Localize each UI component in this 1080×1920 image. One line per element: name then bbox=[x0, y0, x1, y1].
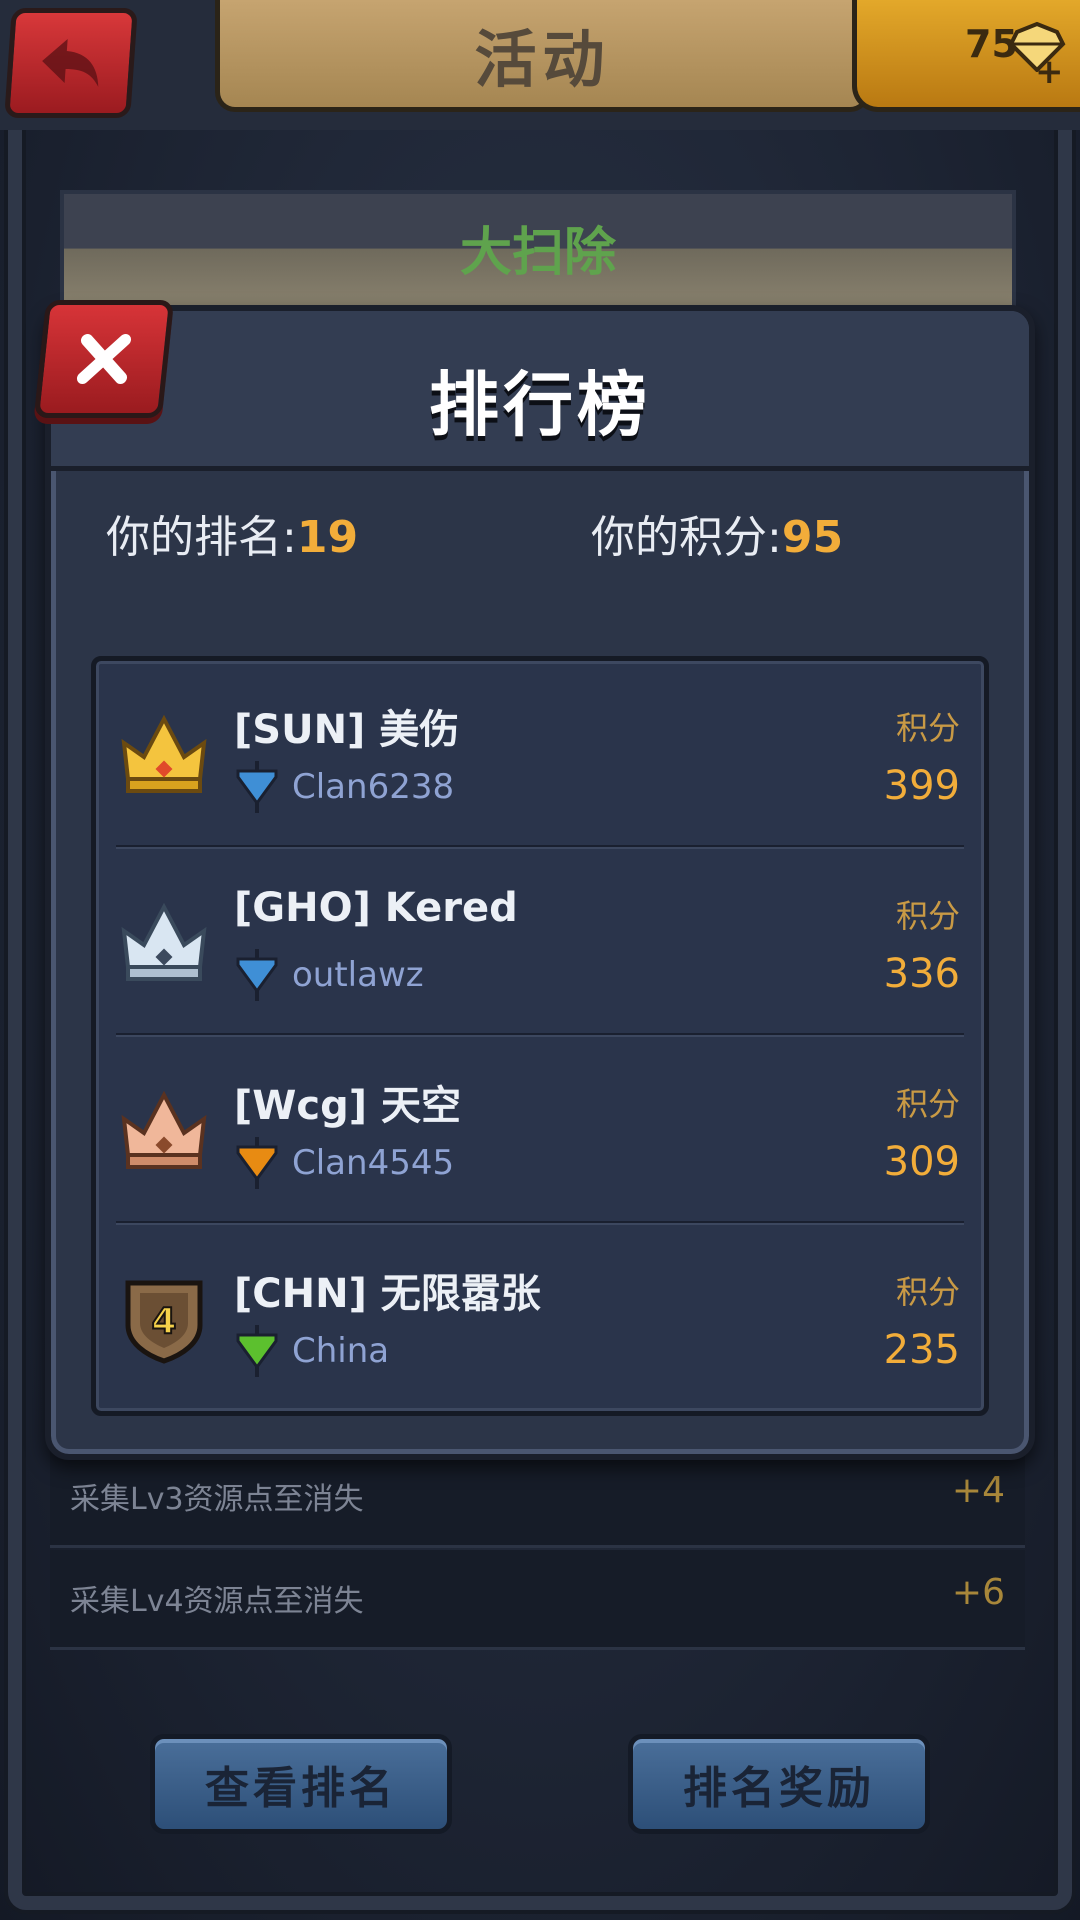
task-label: 采集Lv4资源点至消失 bbox=[70, 1584, 364, 1619]
rank-shield-icon: 4 bbox=[125, 1280, 203, 1364]
player-name: [Wcg] 天空 bbox=[234, 1083, 461, 1129]
clan-name: outlawz bbox=[292, 955, 424, 995]
my-rank: 你的排名:19 bbox=[106, 512, 359, 563]
clan-name: China bbox=[292, 1331, 390, 1371]
score-label: 积分 bbox=[895, 1085, 960, 1123]
bronze-crown-icon bbox=[121, 1090, 207, 1169]
rank-reward-button[interactable]: 排名奖励 bbox=[628, 1734, 930, 1834]
my-stats: 你的排名:19 你的积分:95 bbox=[106, 501, 986, 563]
list-item[interactable]: 4 [CHN] 无限嚣张 China 积分 235 bbox=[96, 1225, 984, 1413]
clan-flag-icon bbox=[236, 1137, 278, 1189]
event-banner: 大扫除 bbox=[60, 190, 1016, 318]
task-points: +6 bbox=[951, 1572, 1005, 1613]
ranking-list: [SUN] 美伤 Clan6238 积分 399 [GHO] Kered out… bbox=[91, 656, 989, 1416]
my-score: 你的积分:95 bbox=[591, 512, 844, 563]
view-rank-label: 查看排名 bbox=[205, 1763, 397, 1814]
close-icon bbox=[76, 334, 132, 384]
clan-name: Clan6238 bbox=[292, 767, 455, 807]
gold-crown-icon bbox=[121, 714, 207, 793]
task-label: 采集Lv3资源点至消失 bbox=[70, 1482, 364, 1517]
event-title: 大扫除 bbox=[459, 223, 616, 283]
task-points: +4 bbox=[951, 1470, 1005, 1511]
list-item[interactable]: [GHO] Kered outlawz 积分 336 bbox=[96, 849, 984, 1037]
score-label: 积分 bbox=[895, 709, 960, 747]
clan-flag-icon bbox=[236, 949, 278, 1001]
rank-reward-label: 排名奖励 bbox=[683, 1763, 875, 1814]
back-button[interactable] bbox=[4, 8, 138, 118]
score-value: 399 bbox=[883, 763, 960, 809]
clan-name: Clan4545 bbox=[292, 1143, 455, 1183]
player-name: [GHO] Kered bbox=[234, 885, 518, 931]
add-gem-icon[interactable]: + bbox=[1035, 52, 1064, 92]
modal-header: 排行榜 bbox=[51, 311, 1029, 471]
task-row: 采集Lv3资源点至消失 +4 bbox=[50, 1448, 1025, 1548]
player-name: [CHN] 无限嚣张 bbox=[234, 1271, 541, 1317]
modal-title: 排行榜 bbox=[429, 364, 651, 446]
player-name: [SUN] 美伤 bbox=[234, 707, 460, 753]
score-value: 235 bbox=[883, 1327, 960, 1373]
view-rank-button[interactable]: 查看排名 bbox=[150, 1734, 452, 1834]
close-button[interactable] bbox=[33, 300, 175, 418]
clan-flag-icon bbox=[236, 761, 278, 813]
score-value: 309 bbox=[883, 1139, 960, 1185]
page-title: 活动 bbox=[474, 22, 611, 96]
svg-text:4: 4 bbox=[151, 1301, 176, 1342]
task-row: 采集Lv4资源点至消失 +6 bbox=[50, 1550, 1025, 1650]
gem-counter[interactable]: 75 + bbox=[852, 0, 1080, 112]
score-label: 积分 bbox=[895, 897, 960, 935]
score-label: 积分 bbox=[895, 1273, 960, 1311]
score-value: 336 bbox=[883, 951, 960, 997]
clan-flag-icon bbox=[236, 1325, 278, 1377]
leaderboard-modal: 排行榜 你的排名:19 你的积分:95 [SUN] 美伤 Clan6238 积分… bbox=[45, 305, 1035, 1460]
list-item[interactable]: [SUN] 美伤 Clan6238 积分 399 bbox=[96, 661, 984, 849]
back-arrow-icon bbox=[42, 39, 99, 87]
list-item[interactable]: [Wcg] 天空 Clan4545 积分 309 bbox=[96, 1037, 984, 1225]
silver-crown-icon bbox=[121, 902, 207, 981]
title-plate: 活动 bbox=[215, 0, 870, 112]
